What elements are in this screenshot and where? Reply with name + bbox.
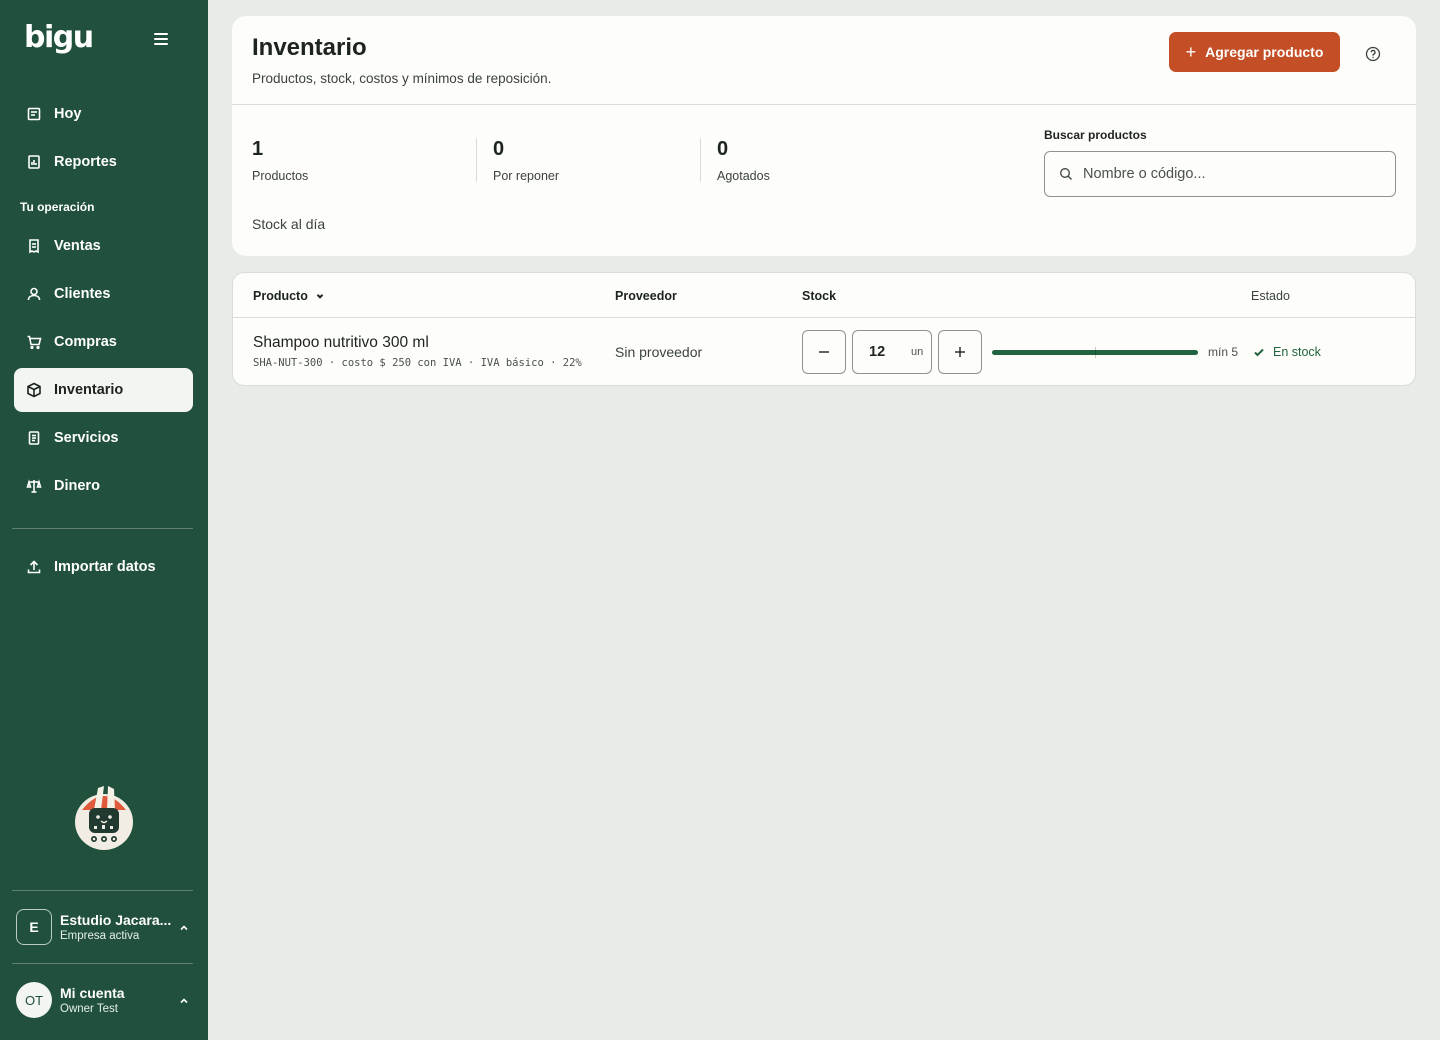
chevron-down-icon <box>316 294 324 299</box>
divider <box>700 138 701 182</box>
stat-label: Productos <box>252 169 309 183</box>
sidebar-item-label: Ventas <box>54 238 101 254</box>
stock-quantity-input[interactable] <box>853 344 903 360</box>
cart-icon <box>26 334 42 350</box>
sidebar-item-label: Clientes <box>54 286 111 302</box>
stock-min-label: mín 5 <box>1208 345 1239 359</box>
column-header-stock: Stock <box>802 289 837 303</box>
stock-min-marker <box>1095 347 1096 358</box>
help-icon[interactable] <box>1365 46 1381 62</box>
sidebar-item-dinero[interactable]: Dinero <box>14 464 193 508</box>
plus-icon <box>955 347 965 357</box>
scale-icon <box>26 478 42 494</box>
org-status: Empresa activa <box>60 930 140 942</box>
stat-label: Agotados <box>717 169 770 183</box>
stat-out-of-stock: 0 Agotados <box>717 138 770 183</box>
sidebar-item-hoy[interactable]: Hoy <box>14 92 193 136</box>
upload-icon <box>26 559 42 575</box>
sidebar-item-reportes[interactable]: Reportes <box>14 140 193 184</box>
sidebar-item-label: Servicios <box>54 430 119 446</box>
column-header-supplier: Proveedor <box>615 289 677 303</box>
sidebar-item-label: Hoy <box>54 106 82 122</box>
stat-label: Por reponer <box>493 169 560 183</box>
account-menu[interactable]: OT Mi cuenta Owner Test <box>16 980 196 1020</box>
stat-value: 0 <box>717 138 729 160</box>
calendar-icon <box>26 106 42 122</box>
column-header-status: Estado <box>1251 289 1290 303</box>
sidebar-item-compras[interactable]: Compras <box>14 320 193 364</box>
chevron-up-icon <box>178 994 190 1006</box>
org-switcher[interactable]: E Estudio Jacara... Empresa activa <box>16 907 196 947</box>
minus-icon <box>819 351 829 353</box>
increase-stock-button[interactable] <box>938 330 982 374</box>
check-icon <box>1254 348 1264 357</box>
sidebar-item-inventario[interactable]: Inventario <box>14 368 193 412</box>
org-name: Estudio Jacara... <box>60 912 172 928</box>
report-icon <box>26 154 42 170</box>
stock-status-note: Stock al día <box>252 216 326 232</box>
brand-logo[interactable]: bigu <box>24 20 94 55</box>
box-icon <box>26 382 42 398</box>
receipt-icon <box>26 238 42 254</box>
stock-level-bar <box>992 347 1198 358</box>
sidebar-item-ventas[interactable]: Ventas <box>14 224 193 268</box>
document-icon <box>26 430 42 446</box>
column-header-product[interactable]: Producto <box>253 289 325 303</box>
avatar: OT <box>16 982 52 1018</box>
search-label: Buscar productos <box>1044 128 1147 142</box>
inventory-table: Producto Proveedor Stock Estado Shampoo … <box>232 272 1416 386</box>
column-label: Producto <box>253 289 308 303</box>
product-name[interactable]: Shampoo nutritivo 300 ml <box>253 334 429 352</box>
divider <box>476 138 477 182</box>
status-label: En stock <box>1273 345 1321 359</box>
inventory-header-card: Inventario Productos, stock, costos y mí… <box>232 16 1416 256</box>
section-label: Tu operación <box>20 200 95 214</box>
product-meta: SHA-NUT-300 · costo $ 250 con IVA · IVA … <box>253 357 582 369</box>
user-icon <box>26 286 42 302</box>
org-badge: E <box>16 909 52 945</box>
sidebar-item-clientes[interactable]: Clientes <box>14 272 193 316</box>
add-product-label: Agregar producto <box>1205 44 1324 60</box>
sidebar-item-label: Compras <box>54 334 117 350</box>
search-field[interactable] <box>1044 151 1396 197</box>
sidebar-item-label: Importar datos <box>54 559 156 575</box>
stat-products: 1 Productos <box>252 138 308 183</box>
account-user: Owner Test <box>60 1003 118 1015</box>
divider <box>12 890 193 891</box>
sidebar: bigu Hoy Reportes Tu operación Ventas Cl… <box>0 0 208 1040</box>
divider <box>12 963 193 964</box>
sidebar-item-servicios[interactable]: Servicios <box>14 416 193 460</box>
stock-unit: un <box>911 346 924 358</box>
page-title: Inventario <box>252 34 367 61</box>
divider <box>12 528 193 529</box>
sidebar-item-label: Inventario <box>54 382 124 398</box>
sidebar-item-label: Reportes <box>54 154 117 170</box>
mascot-illustration <box>72 780 136 852</box>
search-icon <box>1060 168 1072 180</box>
sidebar-item-label: Dinero <box>54 478 100 494</box>
divider <box>232 104 1416 105</box>
plus-icon: + <box>1185 42 1197 62</box>
account-title: Mi cuenta <box>60 985 125 1001</box>
menu-toggle-icon[interactable] <box>150 30 172 50</box>
stat-value: 0 <box>493 138 505 160</box>
add-product-button[interactable]: + Agregar producto <box>1169 32 1340 72</box>
sidebar-item-importar[interactable]: Importar datos <box>14 545 193 589</box>
status-badge: En stock <box>1253 345 1321 359</box>
search-input[interactable] <box>1083 166 1363 182</box>
stat-value: 1 <box>252 138 264 160</box>
stat-to-restock: 0 Por reponer <box>493 138 559 183</box>
page-subtitle: Productos, stock, costos y mínimos de re… <box>252 71 552 86</box>
chevron-up-icon <box>178 921 190 933</box>
divider <box>233 317 1415 318</box>
decrease-stock-button[interactable] <box>802 330 846 374</box>
stock-quantity-field[interactable]: un <box>852 330 932 374</box>
product-supplier: Sin proveedor <box>615 344 703 360</box>
